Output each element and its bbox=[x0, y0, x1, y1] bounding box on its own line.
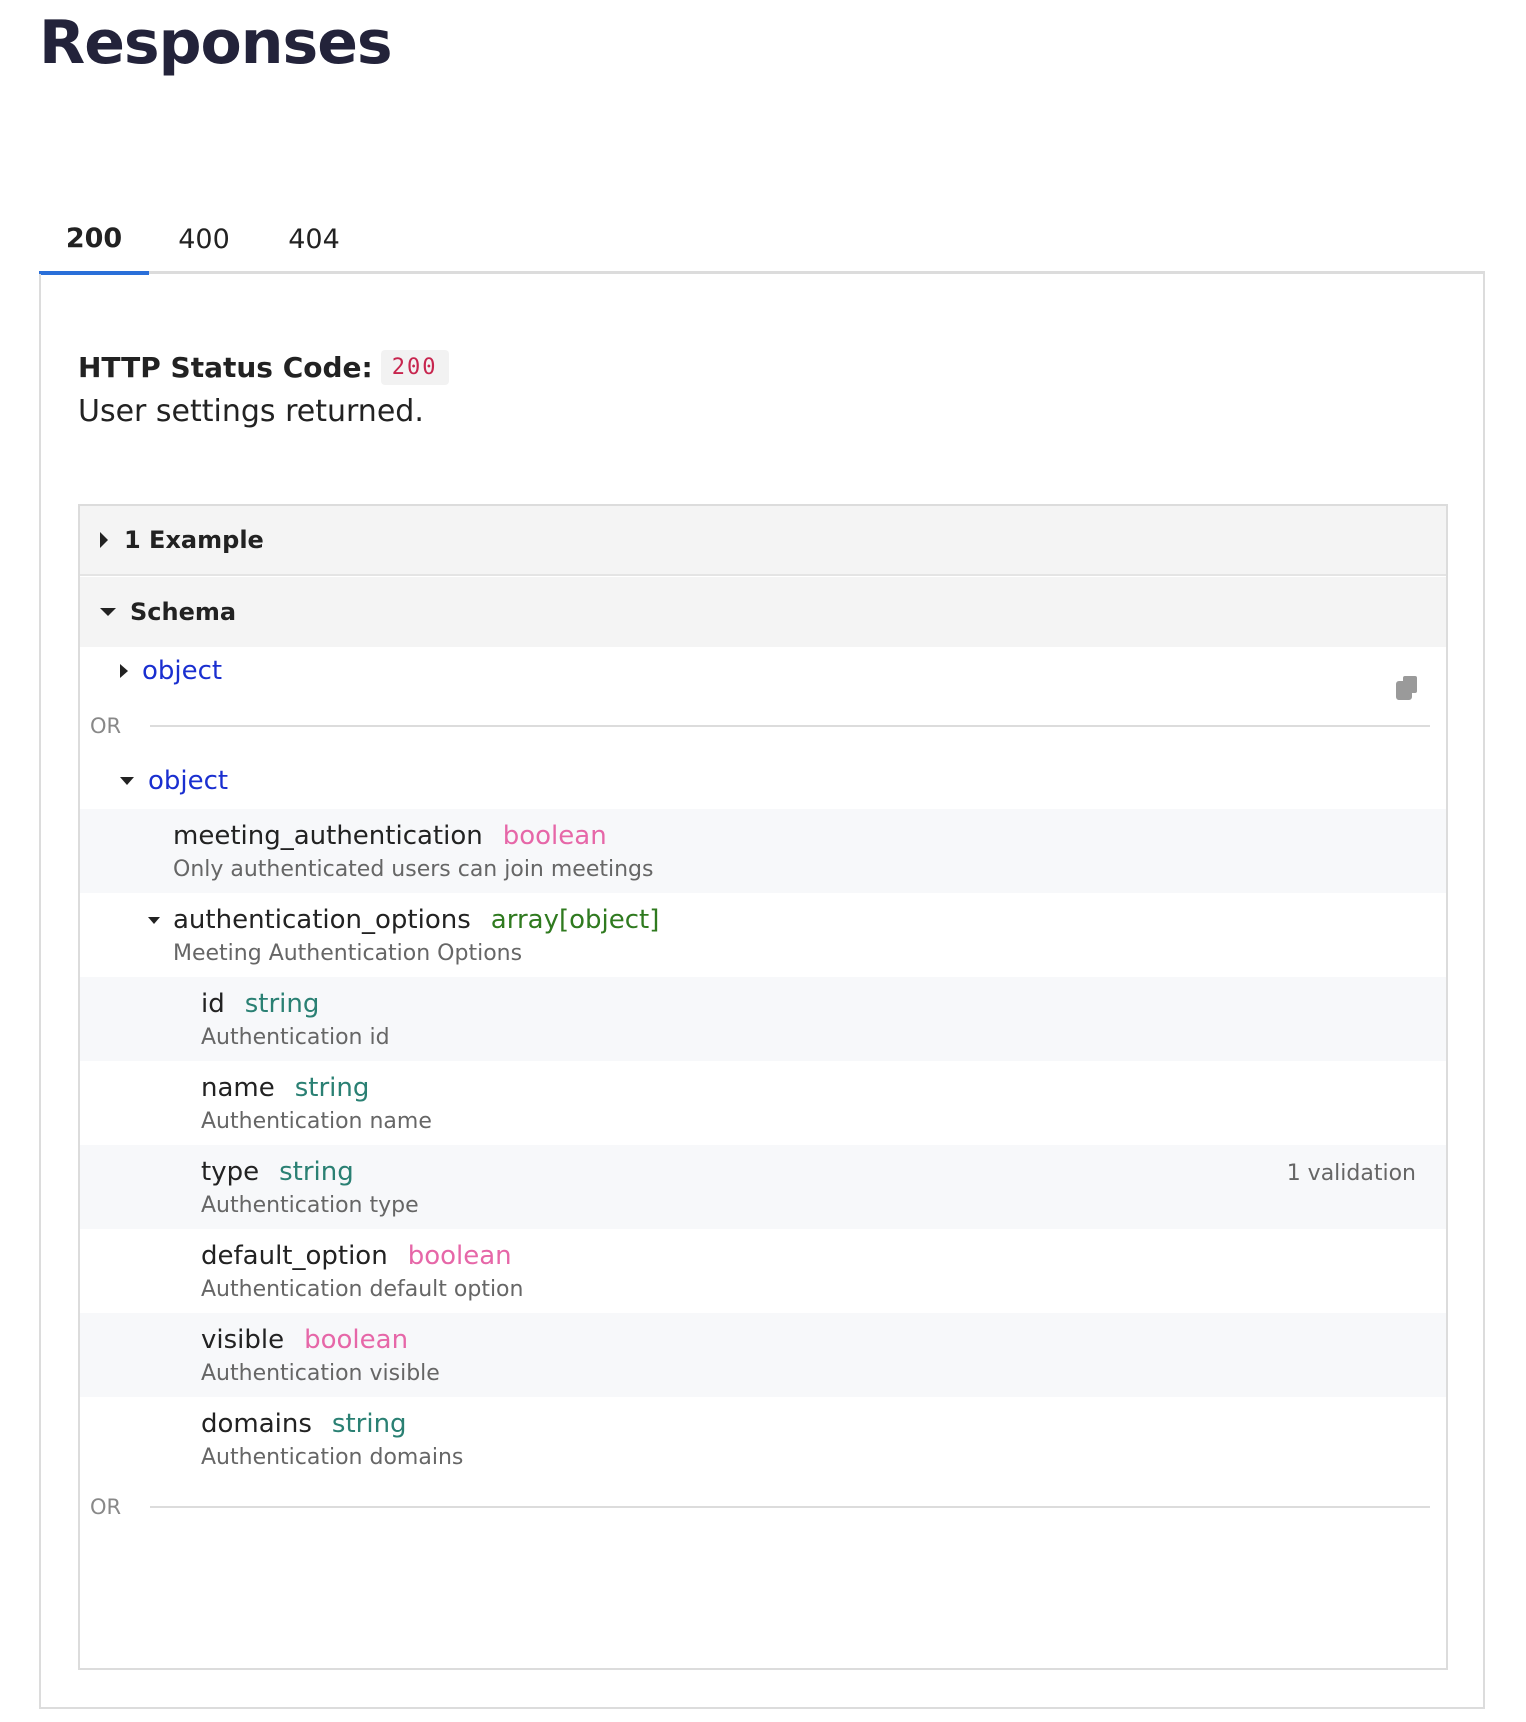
schema-nested-property-row: domains string Authentication domains bbox=[80, 1397, 1446, 1481]
page-title: Responses bbox=[39, 8, 393, 78]
property-type: string bbox=[331, 1409, 407, 1439]
example-label: 1 Example bbox=[124, 526, 264, 554]
property-name: default_option bbox=[201, 1241, 388, 1271]
schema-nested-property-row: visible boolean Authentication visible bbox=[80, 1313, 1446, 1397]
or-label: OR bbox=[90, 714, 122, 738]
tab-400[interactable]: 400 bbox=[149, 205, 259, 274]
schema-nested-property-row: id string Authentication id bbox=[80, 977, 1446, 1061]
caret-right-icon bbox=[100, 532, 108, 548]
tab-404[interactable]: 404 bbox=[259, 205, 369, 274]
schema-label: Schema bbox=[130, 598, 237, 626]
property-description: Authentication default option bbox=[201, 1277, 524, 1302]
response-tabs: 200 400 404 bbox=[39, 205, 1485, 275]
status-code-badge: 200 bbox=[380, 350, 449, 385]
schema-nested-property-row: default_option boolean Authentication de… bbox=[80, 1229, 1446, 1313]
schema-toggle[interactable]: Schema bbox=[80, 577, 1446, 647]
object-type-link[interactable]: object bbox=[142, 656, 222, 686]
schema-object-collapsed[interactable]: object bbox=[120, 656, 222, 686]
or-label: OR bbox=[90, 1495, 122, 1519]
example-toggle[interactable]: 1 Example bbox=[80, 506, 1446, 576]
caret-down-icon[interactable] bbox=[148, 916, 160, 924]
property-description: Authentication id bbox=[201, 1025, 390, 1050]
object-type-link[interactable]: object bbox=[148, 766, 228, 796]
schema-property-row: meeting_authentication boolean Only auth… bbox=[80, 809, 1446, 893]
property-type: string bbox=[279, 1157, 354, 1187]
divider-line bbox=[150, 725, 1430, 727]
property-name: type bbox=[201, 1157, 260, 1187]
property-description: Authentication domains bbox=[201, 1445, 464, 1470]
or-divider: OR bbox=[90, 711, 1430, 741]
property-description: Authentication type bbox=[201, 1193, 419, 1218]
caret-right-icon bbox=[120, 664, 128, 678]
property-type: boolean bbox=[407, 1241, 512, 1271]
response-description: User settings returned. bbox=[78, 394, 424, 429]
property-description: Authentication visible bbox=[201, 1361, 440, 1386]
divider-line bbox=[150, 1506, 1430, 1508]
validation-count[interactable]: 1 validation bbox=[1287, 1161, 1416, 1186]
property-type: string bbox=[244, 989, 320, 1019]
property-type: boolean bbox=[502, 821, 607, 851]
copy-icon[interactable] bbox=[1396, 676, 1418, 700]
property-name: domains bbox=[201, 1409, 312, 1439]
property-description: Meeting Authentication Options bbox=[173, 941, 523, 966]
status-line: HTTP Status Code: 200 bbox=[78, 350, 449, 385]
property-name: id bbox=[201, 989, 225, 1019]
property-name: authentication_options bbox=[173, 905, 471, 935]
response-panel: HTTP Status Code: 200 User settings retu… bbox=[39, 274, 1485, 1709]
status-label: HTTP Status Code: bbox=[78, 351, 373, 384]
property-name: meeting_authentication bbox=[173, 821, 483, 851]
schema-property-row: authentication_options array[object] Mee… bbox=[80, 893, 1446, 977]
property-type: string bbox=[294, 1073, 370, 1103]
or-divider: OR bbox=[90, 1492, 1430, 1522]
schema-nested-property-row: type string 1 validation Authentication … bbox=[80, 1145, 1446, 1229]
schema-nested-property-row: name string Authentication name bbox=[80, 1061, 1446, 1145]
caret-down-icon bbox=[100, 608, 116, 616]
property-type: boolean bbox=[304, 1325, 409, 1355]
schema-container: 1 Example Schema object OR object meetin… bbox=[78, 504, 1448, 1670]
property-name: name bbox=[201, 1073, 275, 1103]
property-type: array[object] bbox=[490, 905, 660, 935]
property-description: Authentication name bbox=[201, 1109, 432, 1134]
property-name: visible bbox=[201, 1325, 285, 1355]
tab-200[interactable]: 200 bbox=[39, 205, 149, 275]
schema-object-expanded[interactable]: object bbox=[120, 766, 228, 796]
caret-down-icon bbox=[120, 777, 134, 785]
property-description: Only authenticated users can join meetin… bbox=[173, 857, 654, 882]
